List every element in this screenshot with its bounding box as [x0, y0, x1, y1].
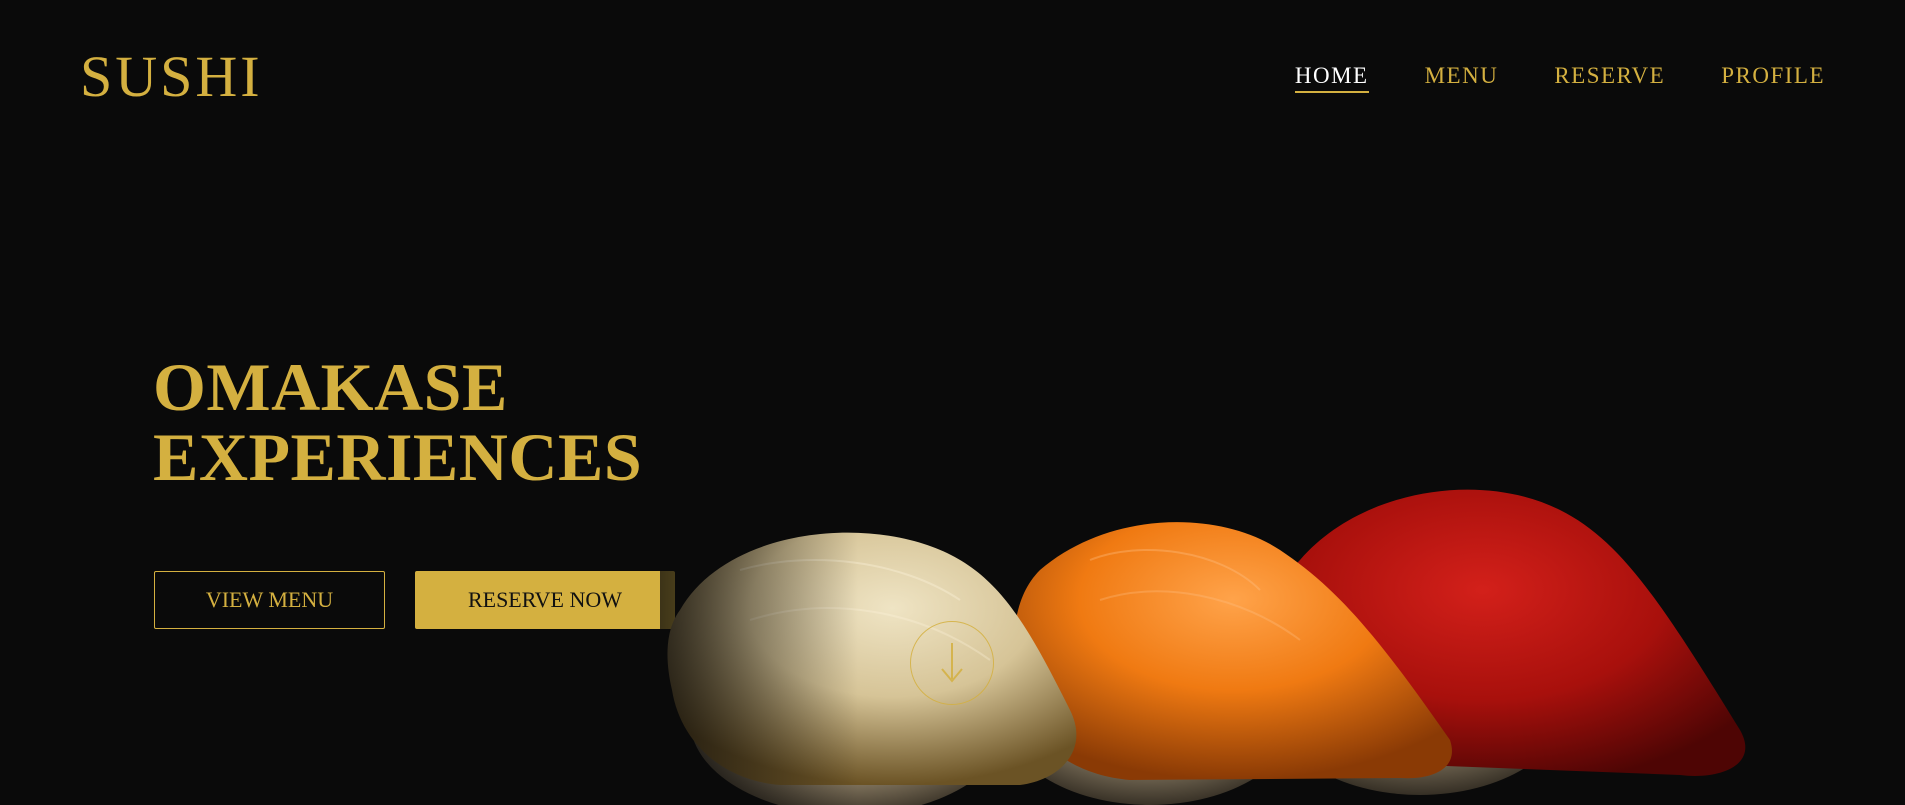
- hero-title: OMAKASE EXPERIENCES: [153, 352, 642, 492]
- hero-title-line2: EXPERIENCES: [153, 419, 643, 495]
- logo[interactable]: SUSHI: [80, 48, 263, 106]
- nav-menu[interactable]: MENU: [1425, 64, 1499, 93]
- nav-home[interactable]: HOME: [1294, 64, 1369, 93]
- scroll-down-button[interactable]: [910, 621, 994, 705]
- nav-profile[interactable]: PROFILE: [1721, 64, 1825, 93]
- nav-reserve[interactable]: RESERVE: [1554, 64, 1665, 93]
- site-header: SUSHI HOME MENU RESERVE PROFILE: [0, 0, 1905, 160]
- main-nav: HOME MENU RESERVE PROFILE: [1294, 64, 1825, 93]
- reserve-now-button[interactable]: RESERVE NOW: [415, 571, 675, 629]
- arrow-down-icon: [941, 643, 963, 683]
- view-menu-button[interactable]: VIEW MENU: [154, 571, 385, 629]
- hero-title-line1: OMAKASE: [153, 349, 508, 425]
- sushi-hero-image: [660, 480, 1760, 805]
